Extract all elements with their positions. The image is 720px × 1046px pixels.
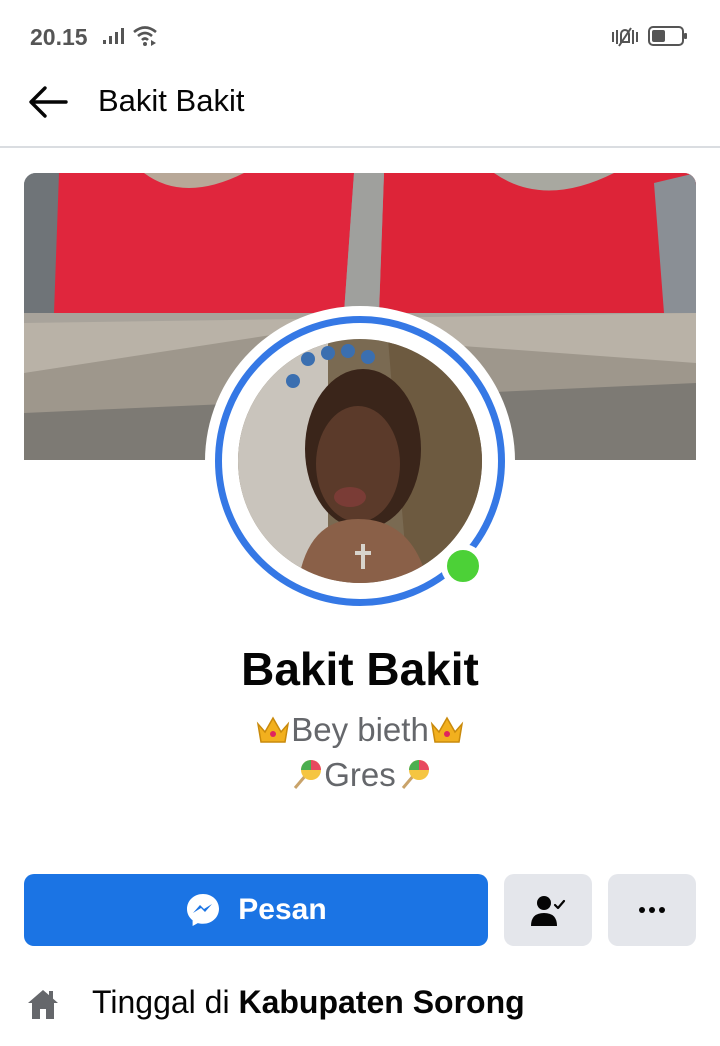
crown-icon xyxy=(257,716,290,743)
crown-icon xyxy=(430,716,463,743)
lollipop-icon xyxy=(401,760,429,789)
online-status-indicator xyxy=(441,544,485,588)
status-time: 20.15 xyxy=(30,24,88,50)
message-button[interactable]: Pesan xyxy=(24,874,488,946)
bio-line-2-text: Gres xyxy=(324,756,396,793)
more-button[interactable] xyxy=(608,874,696,946)
lives-in-prefix: Tinggal di xyxy=(92,984,230,1020)
page-title: Bakit Bakit xyxy=(98,83,245,118)
signal-icon xyxy=(103,28,124,44)
lollipop-icon xyxy=(294,760,322,789)
wifi-icon xyxy=(133,26,157,46)
bio-line-1-text: Bey bieth xyxy=(291,711,429,748)
messenger-icon xyxy=(187,894,220,926)
profile-photo xyxy=(238,339,482,583)
home-icon xyxy=(28,990,58,1019)
battery-icon xyxy=(648,26,687,46)
vibrate-icon xyxy=(612,27,638,47)
more-icon xyxy=(639,907,665,913)
message-button-label: Pesan xyxy=(238,893,327,926)
lives-in-place[interactable]: Kabupaten Sorong xyxy=(238,984,524,1020)
bio-line-1: Bey bieth xyxy=(0,711,720,749)
friends-icon xyxy=(531,896,566,926)
header: Bakit Bakit xyxy=(0,72,720,148)
bio-line-2: Gres xyxy=(0,756,720,794)
status-bar: 20.15 xyxy=(0,0,720,72)
lives-in-text: Tinggal di Kabupaten Sorong xyxy=(92,984,525,1021)
profile-name: Bakit Bakit xyxy=(241,643,479,695)
friends-button[interactable] xyxy=(504,874,592,946)
back-arrow-icon[interactable] xyxy=(26,84,70,120)
